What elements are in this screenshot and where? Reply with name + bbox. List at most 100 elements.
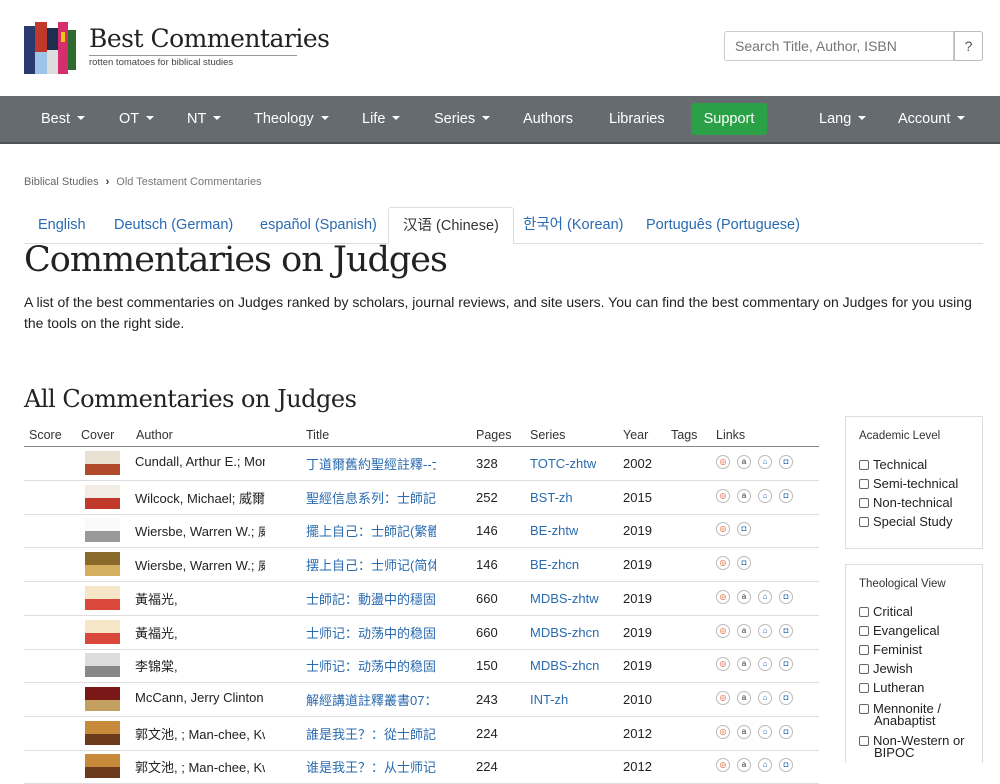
author-cell[interactable]: Wiersbe, Warren W.; 威: [135, 521, 265, 540]
book-cover-image[interactable]: [85, 552, 120, 577]
author-cell[interactable]: 黃福光,: [135, 623, 265, 642]
nav-life[interactable]: Life: [362, 96, 401, 142]
nav-account[interactable]: Account: [898, 96, 966, 142]
book-cover-image[interactable]: [85, 653, 120, 678]
amazon-icon[interactable]: a: [737, 724, 751, 739]
nav-ot[interactable]: OT: [119, 96, 155, 142]
title-link[interactable]: 士师记：动荡中的稳固根: [306, 623, 436, 642]
tab-english[interactable]: English: [24, 207, 100, 243]
amazon-icon[interactable]: a: [737, 690, 751, 705]
amazon-icon[interactable]: a: [737, 488, 751, 503]
book-cover-image[interactable]: [85, 720, 120, 745]
title-link[interactable]: 摆上自己：士师记(简体: [306, 555, 436, 574]
author-cell[interactable]: Cundall, Arthur E.; Mor: [135, 454, 265, 469]
title-link[interactable]: 擺上自己：士師記(繁體: [306, 521, 436, 540]
library-icon[interactable]: ⌂: [758, 690, 772, 705]
logos-icon[interactable]: ◘: [737, 522, 751, 537]
search-help-button[interactable]: ?: [954, 31, 983, 61]
checkbox-icon[interactable]: [859, 644, 869, 655]
worldcat-icon[interactable]: ◎: [716, 623, 730, 638]
logos-icon[interactable]: ◘: [779, 455, 793, 469]
logos-icon[interactable]: ◘: [779, 758, 793, 773]
library-icon[interactable]: ⌂: [758, 657, 772, 672]
worldcat-icon[interactable]: ◎: [716, 455, 730, 469]
tab-chinese[interactable]: 汉语 (Chinese): [388, 207, 514, 244]
author-cell[interactable]: 郭文池, ; Man-chee, Kw: [135, 724, 265, 743]
filter-option[interactable]: Non-Western or BIPOC: [859, 734, 982, 759]
nav-lang[interactable]: Lang: [819, 96, 867, 142]
book-cover-image[interactable]: [85, 754, 120, 779]
title-link[interactable]: 士师记：动荡中的稳固根: [306, 656, 436, 675]
series-link[interactable]: MDBS-zhtw: [530, 591, 599, 606]
series-link[interactable]: MDBS-zhcn: [530, 625, 599, 640]
filter-option[interactable]: Feminist: [859, 643, 922, 656]
checkbox-icon[interactable]: [859, 682, 869, 693]
filter-option[interactable]: Mennonite / Anabaptist: [859, 702, 974, 727]
col-author[interactable]: Author: [136, 428, 173, 442]
checkbox-icon[interactable]: [859, 606, 869, 617]
title-link[interactable]: 誰是我王？：從士師記看: [306, 724, 436, 743]
breadcrumb-ot-commentaries[interactable]: Old Testament Commentaries: [116, 176, 261, 188]
checkbox-icon[interactable]: [859, 516, 869, 527]
author-cell[interactable]: Wilcock, Michael; 威爾: [135, 488, 265, 507]
library-icon[interactable]: ⌂: [758, 623, 772, 638]
checkbox-icon[interactable]: [859, 478, 869, 489]
nav-theology[interactable]: Theology: [254, 96, 329, 142]
tab-portuguese[interactable]: Português (Portuguese): [632, 207, 814, 243]
book-cover-image[interactable]: [85, 484, 120, 509]
filter-option[interactable]: Evangelical: [859, 624, 940, 637]
checkbox-icon[interactable]: [859, 625, 869, 636]
breadcrumb-biblical-studies[interactable]: Biblical Studies: [24, 176, 99, 188]
amazon-icon[interactable]: a: [737, 758, 751, 773]
logos-icon[interactable]: ◘: [737, 556, 751, 571]
worldcat-icon[interactable]: ◎: [716, 724, 730, 739]
amazon-icon[interactable]: a: [737, 657, 751, 672]
filter-option[interactable]: Special Study: [859, 515, 953, 528]
nav-libraries[interactable]: Libraries: [609, 96, 665, 142]
title-link[interactable]: 谁是我王？：从士师记看: [306, 757, 436, 776]
logos-icon[interactable]: ◘: [779, 724, 793, 739]
tab-spanish[interactable]: español (Spanish): [246, 207, 391, 243]
book-cover-image[interactable]: [85, 619, 120, 644]
amazon-icon[interactable]: a: [737, 589, 751, 604]
series-link[interactable]: BST-zh: [530, 490, 573, 505]
logos-icon[interactable]: ◘: [779, 623, 793, 638]
logos-icon[interactable]: ◘: [779, 488, 793, 503]
worldcat-icon[interactable]: ◎: [716, 589, 730, 604]
filter-option[interactable]: Technical: [859, 458, 927, 471]
col-score[interactable]: Score: [29, 428, 62, 442]
nav-best[interactable]: Best: [41, 96, 86, 142]
title-link[interactable]: 丁道爾舊約聖經註釋--士: [306, 454, 436, 473]
site-title[interactable]: Best Commentaries: [89, 24, 330, 53]
col-year[interactable]: Year: [623, 428, 648, 442]
amazon-icon[interactable]: a: [737, 455, 751, 469]
book-cover-image[interactable]: [85, 686, 120, 711]
filter-option[interactable]: Lutheran: [859, 681, 924, 694]
amazon-icon[interactable]: a: [737, 623, 751, 638]
author-cell[interactable]: 黃福光,: [135, 589, 265, 608]
worldcat-icon[interactable]: ◎: [716, 690, 730, 705]
book-cover-image[interactable]: [85, 585, 120, 610]
nav-series[interactable]: Series: [434, 96, 491, 142]
worldcat-icon[interactable]: ◎: [716, 657, 730, 672]
worldcat-icon[interactable]: ◎: [716, 758, 730, 773]
title-link[interactable]: 聖經信息系列：士師記: [306, 488, 436, 507]
series-link[interactable]: TOTC-zhtw: [530, 456, 596, 471]
series-link[interactable]: BE-zhcn: [530, 557, 579, 572]
filter-option[interactable]: Semi-technical: [859, 477, 958, 490]
series-link[interactable]: BE-zhtw: [530, 523, 578, 538]
site-logo-icon[interactable]: [24, 22, 76, 74]
checkbox-icon[interactable]: [859, 497, 869, 508]
nav-nt[interactable]: NT: [187, 96, 222, 142]
title-link[interactable]: 士師記：動盪中的穩固根: [306, 589, 436, 608]
checkbox-icon[interactable]: [859, 663, 869, 674]
library-icon[interactable]: ⌂: [758, 758, 772, 773]
logos-icon[interactable]: ◘: [779, 657, 793, 672]
filter-option[interactable]: Critical: [859, 605, 913, 618]
checkbox-icon[interactable]: [859, 703, 869, 714]
worldcat-icon[interactable]: ◎: [716, 556, 730, 571]
col-pages[interactable]: Pages: [476, 428, 511, 442]
book-cover-image[interactable]: [85, 451, 120, 475]
tab-korean[interactable]: 한국어 (Korean): [509, 207, 637, 243]
checkbox-icon[interactable]: [859, 459, 869, 470]
